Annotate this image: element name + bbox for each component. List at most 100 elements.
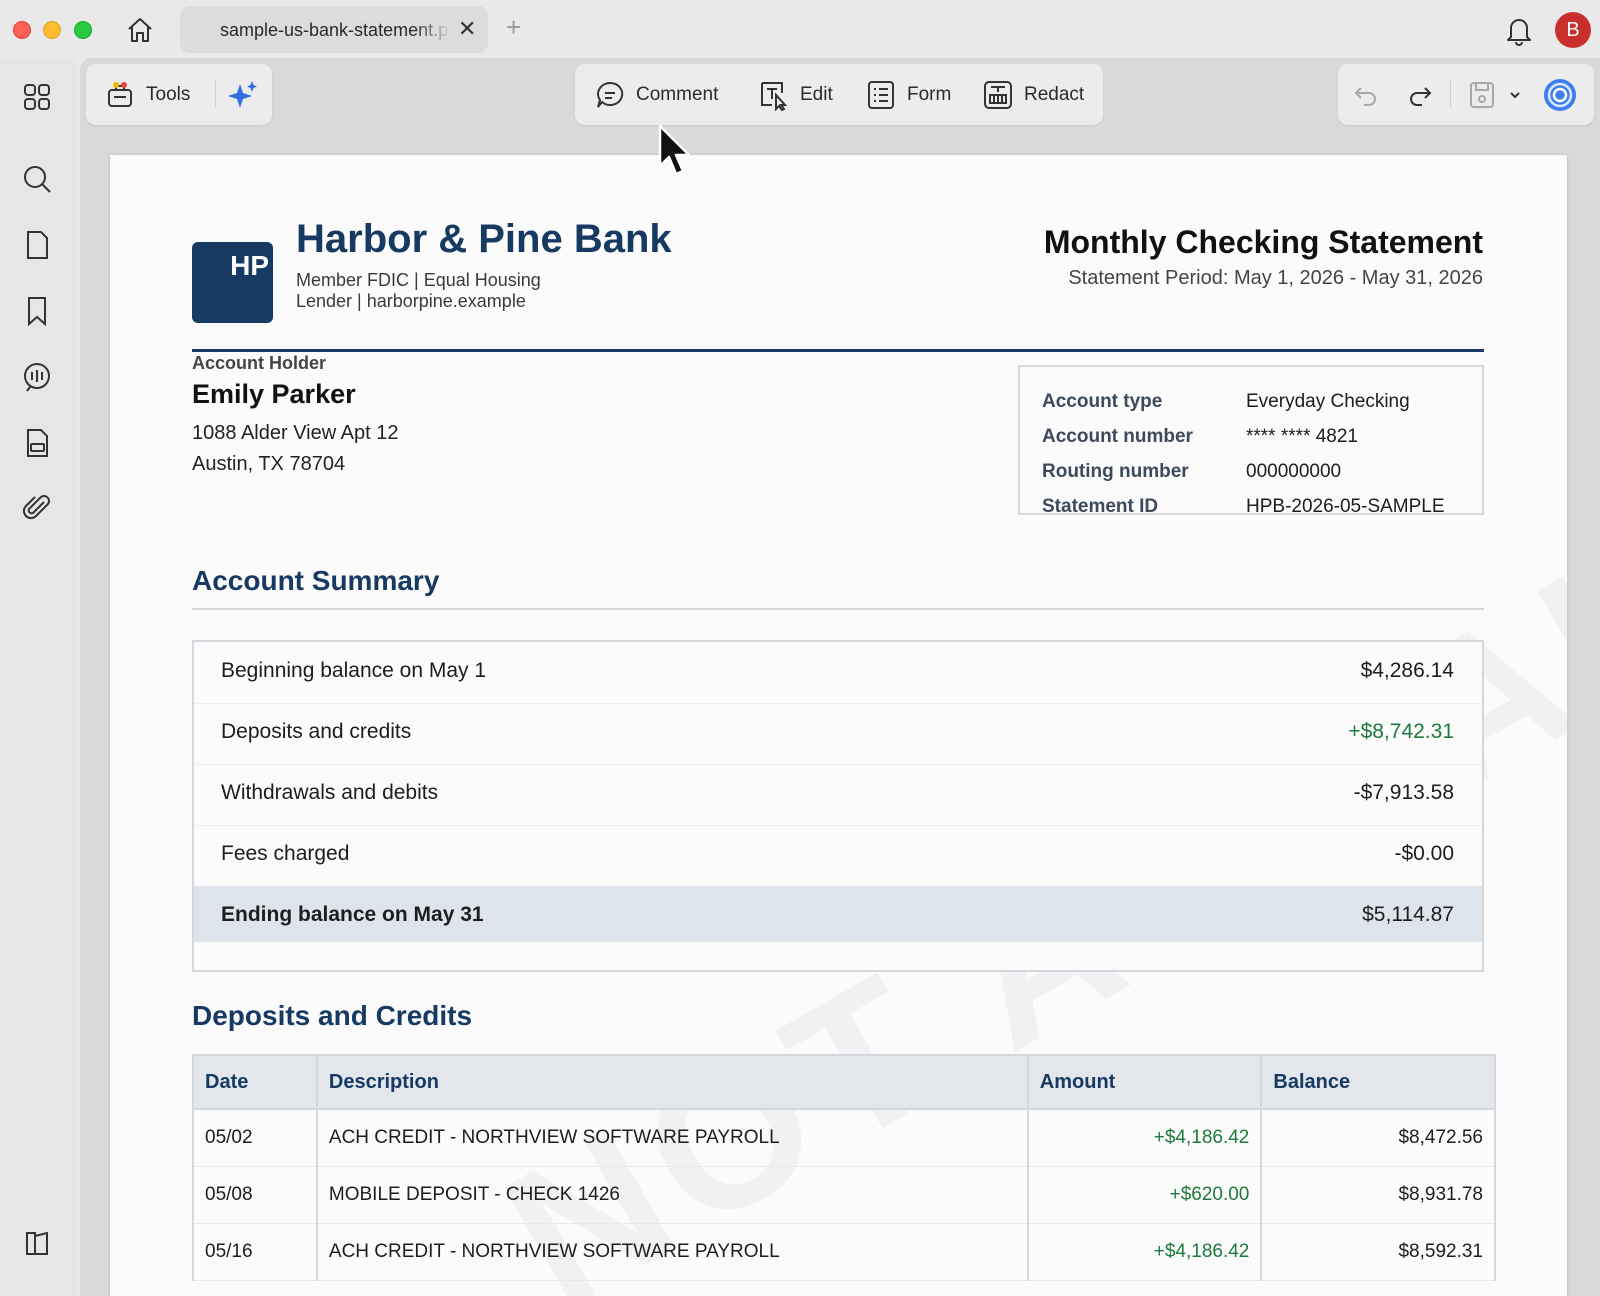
tools-toolbar: Tools (86, 64, 272, 125)
address-line-2: Austin, TX 78704 (192, 453, 346, 475)
summary-label: Withdrawals and debits (221, 781, 439, 804)
bookmark-icon[interactable] (20, 294, 54, 328)
undo-button[interactable] (1352, 64, 1390, 125)
account-info-key: Account number (1042, 426, 1193, 447)
new-tab-button[interactable]: + (506, 14, 521, 40)
redact-button[interactable]: Redact (982, 64, 1084, 125)
ai-assistant-icon (1544, 78, 1576, 111)
toolbar-divider (215, 80, 216, 108)
account-info-value: **** **** 4821 (1246, 426, 1358, 447)
account-holder-name: Emily Parker (192, 379, 356, 409)
pdf-page: NOT A REAL STATEMENT HP Harbor & Pine Ba… (110, 155, 1567, 1296)
summary-amount: $4,286.14 (1360, 659, 1454, 682)
summary-label: Deposits and credits (221, 720, 412, 743)
bank-subtitle: Member FDIC | Equal Housing Lender | har… (296, 270, 541, 311)
header-divider (192, 349, 1484, 352)
page-thumbnails-icon[interactable] (20, 228, 54, 262)
cell-description: MOBILE DEPOSIT - CHECK 1426 (315, 1166, 1029, 1224)
form-icon (868, 80, 894, 109)
ai-sparkle-button[interactable] (226, 64, 270, 125)
tools-label: Tools (146, 83, 191, 105)
table-row: 05/16 ACH CREDIT - NORTHVIEW SOFTWARE PA… (192, 1223, 1496, 1281)
close-window-button[interactable] (13, 21, 31, 39)
summary-total-row: Ending balance on May 31 $5,114.87 (194, 886, 1482, 942)
summary-row: Withdrawals and debits -$7,913.58 (194, 764, 1482, 826)
history-toolbar (1338, 64, 1594, 125)
ai-assistant-icon[interactable] (20, 360, 54, 394)
title-bar: sample-us-bank-statement.pdf ✕ + B (0, 0, 1600, 58)
cell-amount: +$620.00 (1026, 1166, 1263, 1224)
summary-amount: -$0.00 (1394, 842, 1454, 865)
attachment-icon[interactable] (20, 490, 54, 524)
document-details-icon[interactable] (20, 426, 54, 460)
table-header-row: Date Description Amount Balance (192, 1054, 1496, 1110)
account-summary-table: Beginning balance on May 1 $4,286.14 Dep… (192, 640, 1484, 972)
bell-icon[interactable] (1504, 14, 1534, 46)
sparkle-icon (228, 80, 257, 108)
redo-icon (1410, 86, 1432, 106)
deposits-title: Deposits and Credits (192, 1000, 473, 1031)
chevron-down-icon (1510, 91, 1520, 98)
summary-label: Fees charged (221, 842, 350, 865)
toolbar-divider (1450, 80, 1451, 108)
form-button[interactable]: Form (865, 64, 951, 125)
minimize-window-button[interactable] (43, 21, 61, 39)
edit-button[interactable]: Edit (758, 64, 833, 125)
tab-close-button[interactable]: ✕ (458, 18, 476, 40)
redact-label: Redact (1024, 83, 1085, 105)
column-header-amount: Amount (1026, 1054, 1263, 1110)
cell-amount: +$4,186.42 (1026, 1109, 1263, 1167)
account-info-key: Routing number (1042, 461, 1189, 482)
account-info-value: Everyday Checking (1246, 391, 1410, 412)
summary-label: Ending balance on May 31 (221, 903, 484, 926)
zoom-window-button[interactable] (74, 21, 92, 39)
account-summary-title: Account Summary (192, 565, 440, 596)
cell-description: ACH CREDIT - NORTHVIEW SOFTWARE PAYROLL (315, 1109, 1029, 1167)
cell-balance: $8,472.56 (1260, 1109, 1496, 1167)
apps-grid-icon[interactable] (20, 80, 54, 114)
comment-button[interactable]: Comment (594, 64, 718, 125)
tools-button[interactable]: Tools (104, 64, 190, 125)
summary-amount: $5,114.87 (1362, 903, 1454, 926)
column-header-date: Date (192, 1054, 318, 1110)
cell-date: 05/08 (192, 1166, 318, 1224)
redo-button[interactable] (1406, 64, 1444, 125)
statement-title: Monthly Checking Statement (1043, 224, 1483, 260)
comment-icon (597, 81, 624, 108)
deposits-table: Date Description Amount Balance 05/02 AC… (192, 1054, 1496, 1281)
search-icon[interactable] (20, 162, 54, 196)
save-options-dropdown[interactable] (1508, 64, 1532, 125)
account-info-value: 000000000 (1246, 461, 1342, 482)
ai-assistant-button[interactable] (1542, 64, 1588, 125)
undo-icon (1354, 86, 1376, 106)
cell-amount: +$4,186.42 (1026, 1223, 1263, 1281)
edit-label: Edit (800, 83, 833, 105)
edit-modes-toolbar: Comment Edit Form Redact (575, 64, 1103, 125)
summary-amount: +$8,742.31 (1348, 720, 1454, 743)
section-divider (192, 608, 1484, 610)
toolbox-icon (108, 81, 132, 107)
bank-logo: HP (192, 242, 273, 323)
table-row: 05/08 MOBILE DEPOSIT - CHECK 1426 +$620.… (192, 1166, 1496, 1224)
document-tab[interactable]: sample-us-bank-statement.pdf ✕ (180, 6, 488, 53)
summary-row: Fees charged -$0.00 (194, 825, 1482, 887)
save-button[interactable] (1468, 64, 1506, 125)
left-rail (0, 58, 76, 1296)
edit-text-icon (761, 81, 788, 111)
form-label: Form (907, 83, 952, 105)
account-info-key: Statement ID (1042, 496, 1159, 515)
cell-date: 05/16 (192, 1223, 318, 1281)
user-avatar[interactable]: B (1555, 12, 1591, 48)
column-header-description: Description (315, 1054, 1029, 1110)
panel-toggle-icon[interactable] (20, 1226, 54, 1260)
cell-balance: $8,592.31 (1260, 1223, 1496, 1281)
summary-amount: -$7,913.58 (1353, 781, 1454, 804)
statement-period: Statement Period: May 1, 2026 - May 31, … (1068, 267, 1483, 289)
cell-description: ACH CREDIT - NORTHVIEW SOFTWARE PAYROLL (315, 1223, 1029, 1281)
comment-label: Comment (636, 83, 719, 105)
table-row: 05/02 ACH CREDIT - NORTHVIEW SOFTWARE PA… (192, 1109, 1496, 1167)
summary-row: Deposits and credits +$8,742.31 (194, 703, 1482, 765)
summary-row: Beginning balance on May 1 $4,286.14 (194, 642, 1482, 704)
home-icon[interactable] (124, 14, 156, 46)
account-info-box: Account type Everyday Checking Account n… (1018, 365, 1484, 515)
